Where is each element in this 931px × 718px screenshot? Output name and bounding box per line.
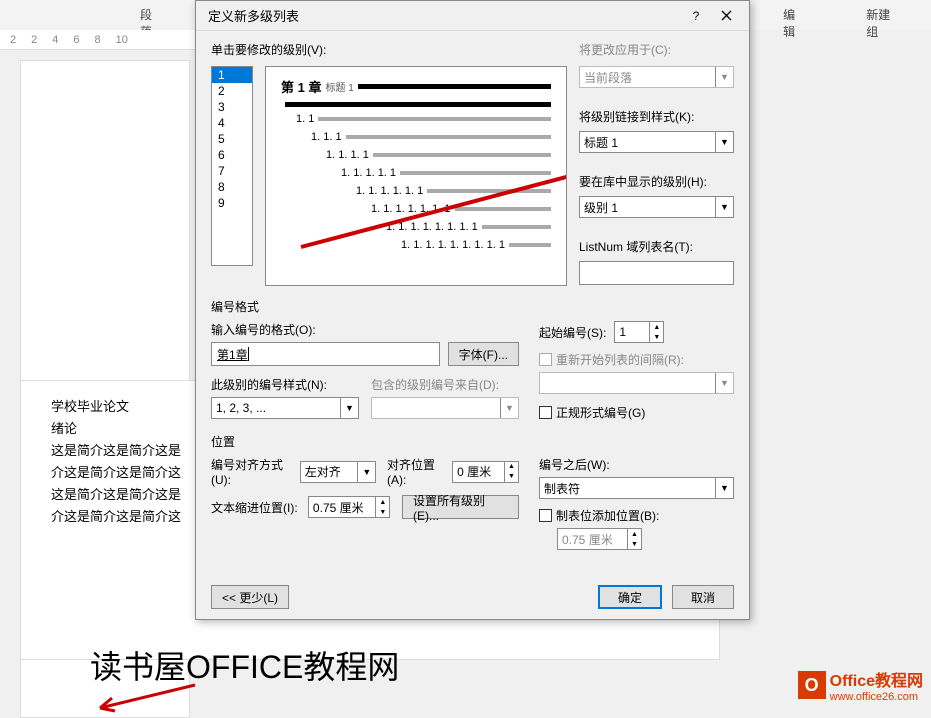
chevron-down-icon: ▼ [715, 67, 733, 87]
spin-down-icon: ▼ [628, 539, 641, 549]
align-at-label: 对齐位置(A): [387, 456, 447, 487]
level-item[interactable]: 3 [212, 99, 252, 115]
list-preview: 第 1 章标题 1 1. 1 1. 1. 1 1. 1. 1. 1 1. 1. … [265, 66, 567, 286]
ruler[interactable]: 2 2 4 6 8 10 [0, 30, 200, 50]
click-level-label: 单击要修改的级别(V): [211, 41, 326, 58]
indent-label: 文本缩进位置(I): [211, 499, 308, 516]
ribbon-paragraph: 段落 [110, 0, 193, 30]
start-at-label: 起始编号(S): [539, 324, 606, 341]
chevron-down-icon: ▼ [500, 398, 518, 418]
include-from-label: 包含的级别编号来自(D): [371, 378, 499, 392]
ruler-tick: 2 [31, 34, 37, 46]
ribbon-edit: 编辑 [753, 0, 836, 30]
tab-stop-checkbox-row[interactable]: 制表位添加位置(B): [539, 507, 734, 524]
level-item[interactable]: 6 [212, 147, 252, 163]
level-listbox[interactable]: 1 2 3 4 5 6 7 8 9 [211, 66, 253, 266]
level-item[interactable]: 8 [212, 179, 252, 195]
legal-checkbox[interactable] [539, 406, 552, 419]
close-button[interactable] [711, 4, 741, 28]
multilevel-list-dialog: 定义新多级列表 ? 单击要修改的级别(V): 将更改应用于(C): 1 2 3 … [195, 0, 750, 620]
align-at-spinner[interactable]: 0 厘米▲▼ [452, 461, 519, 483]
ruler-tick: 6 [73, 34, 79, 46]
number-format-section: 编号格式 [211, 298, 734, 315]
legal-checkbox-row[interactable]: 正规形式编号(G) [539, 404, 734, 421]
number-style-combo[interactable]: 1, 2, 3, ...▼ [211, 397, 359, 419]
spin-up-icon[interactable]: ▲ [650, 322, 663, 332]
link-style-label: 将级别链接到样式(K): [579, 108, 734, 125]
listnum-input[interactable] [579, 261, 734, 285]
level-item[interactable]: 4 [212, 115, 252, 131]
dialog-title: 定义新多级列表 [208, 6, 299, 25]
chevron-down-icon: ▼ [715, 197, 733, 217]
enter-format-label: 输入编号的格式(O): [211, 323, 316, 337]
level-item[interactable]: 1 [212, 67, 252, 83]
cancel-button[interactable]: 取消 [672, 585, 734, 609]
restart-checkbox[interactable] [539, 353, 552, 366]
tab-stop-spinner: 0.75 厘米▲▼ [557, 528, 642, 550]
ruler-tick: 8 [95, 34, 101, 46]
align-label: 编号对齐方式(U): [211, 456, 300, 487]
restart-combo: ▼ [539, 372, 734, 394]
level-item[interactable]: 5 [212, 131, 252, 147]
pv-level1: 第 1 章 [281, 77, 321, 96]
ruler-tick: 10 [116, 34, 128, 46]
close-icon [721, 10, 732, 21]
chevron-down-icon: ▼ [340, 398, 358, 418]
number-format-input[interactable]: 第1章 [211, 342, 440, 366]
spin-down-icon[interactable]: ▼ [376, 507, 389, 517]
spin-up-icon: ▲ [628, 529, 641, 539]
ruler-tick: 2 [10, 34, 16, 46]
apply-to-label: 将更改应用于(C): [579, 41, 734, 58]
level-style-label: 此级别的编号样式(N): [211, 378, 327, 392]
show-level-label: 要在库中显示的级别(H): [579, 173, 734, 190]
chevron-down-icon: ▼ [715, 478, 733, 498]
indent-spinner[interactable]: 0.75 厘米▲▼ [308, 496, 390, 518]
spin-up-icon[interactable]: ▲ [505, 462, 518, 472]
chevron-down-icon: ▼ [715, 373, 733, 393]
watermark-text: 读书屋OFFICE教程网 [90, 642, 399, 688]
tab-stop-checkbox[interactable] [539, 509, 552, 522]
help-button[interactable]: ? [681, 4, 711, 28]
listnum-label: ListNum 域列表名(T): [579, 238, 734, 255]
less-button[interactable]: << 更少(L) [211, 585, 289, 609]
wm-title: Office教程网 [830, 667, 923, 691]
spin-down-icon[interactable]: ▼ [505, 472, 518, 482]
ok-button[interactable]: 确定 [598, 585, 662, 609]
show-level-combo[interactable]: 级别 1▼ [579, 196, 734, 218]
position-section: 位置 [211, 433, 734, 450]
start-at-spinner[interactable]: 1▲▼ [614, 321, 664, 343]
spin-up-icon[interactable]: ▲ [376, 497, 389, 507]
follow-number-combo[interactable]: 制表符▼ [539, 477, 734, 499]
set-all-levels-button[interactable]: 设置所有级别(E)... [402, 495, 519, 519]
font-button[interactable]: 字体(F)... [448, 342, 519, 366]
apply-to-combo[interactable]: 当前段落▼ [579, 66, 734, 88]
level-item[interactable]: 7 [212, 163, 252, 179]
link-style-combo[interactable]: 标题 1▼ [579, 131, 734, 153]
follow-label: 编号之后(W): [539, 458, 610, 472]
include-from-combo[interactable]: ▼ [371, 397, 519, 419]
chevron-down-icon: ▼ [715, 132, 733, 152]
number-align-combo[interactable]: 左对齐▼ [300, 461, 377, 483]
wm-url: www.office26.com [830, 691, 923, 703]
level-item[interactable]: 9 [212, 195, 252, 211]
ribbon-newgroup: 新建组 [836, 0, 931, 30]
office-icon: O [798, 671, 826, 699]
spin-down-icon[interactable]: ▼ [650, 332, 663, 342]
dialog-titlebar[interactable]: 定义新多级列表 ? [196, 1, 749, 31]
office-logo-watermark: O Office教程网 www.office26.com [798, 667, 923, 703]
level-item[interactable]: 2 [212, 83, 252, 99]
restart-checkbox-row[interactable]: 重新开始列表的间隔(R): [539, 351, 734, 368]
chevron-down-icon: ▼ [357, 462, 375, 482]
ruler-tick: 4 [52, 34, 58, 46]
